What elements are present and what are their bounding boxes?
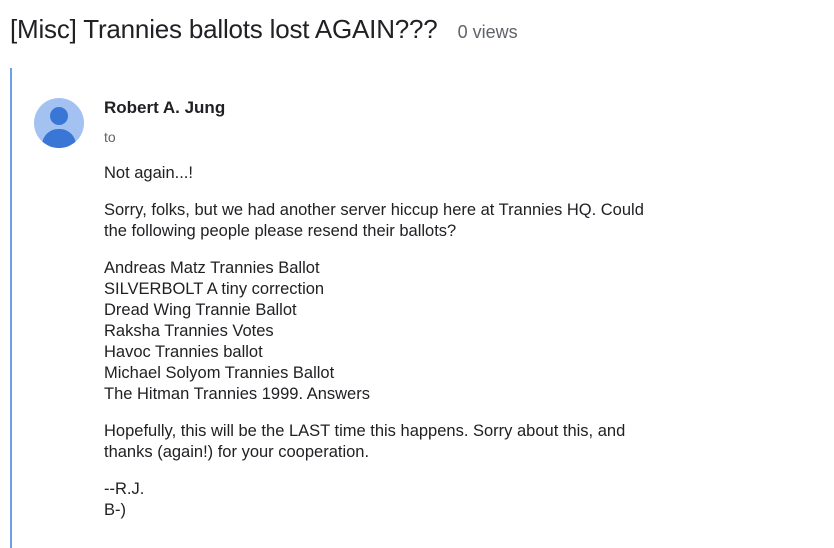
closing-paragraph: Hopefully, this will be the LAST time th… [104,421,704,463]
greeting: Not again...! [104,164,193,182]
ballot-list: Andreas Matz Trannies Ballot SILVERBOLT … [104,258,704,405]
person-icon-body [42,129,76,148]
intro-paragraph: Sorry, folks, but we had another server … [104,200,704,242]
view-count: 0 views [457,22,518,42]
signature-line: --R.J. [104,480,145,498]
intro-line: the following people please resend their… [104,222,457,240]
intro-line: Sorry, folks, but we had another server … [104,201,644,219]
avatar[interactable] [34,98,84,148]
sender-name[interactable]: Robert A. Jung [104,98,225,118]
ballot-list-item: Dread Wing Trannie Ballot [104,301,297,319]
ballot-list-item: Michael Solyom Trannies Ballot [104,364,335,382]
ballot-list-item: The Hitman Trannies 1999. Answers [104,385,370,403]
closing-line: Hopefully, this will be the LAST time th… [104,422,626,440]
person-icon-head [50,107,68,125]
thread-header: [Misc] Trannies ballots lost AGAIN??? 0 … [10,14,518,45]
message-card: Robert A. Jung to Not again...! Sorry, f… [10,68,832,548]
signature: --R.J. B-) [104,479,704,521]
closing-line: thanks (again!) for your cooperation. [104,443,370,461]
message-body: Not again...! Sorry, folks, but we had a… [104,163,704,537]
ballot-list-item: SILVERBOLT A tiny correction [104,280,325,298]
thread-title: [Misc] Trannies ballots lost AGAIN??? [10,14,438,44]
ballot-list-item: Raksha Trannies Votes [104,322,274,340]
ballot-list-item: Andreas Matz Trannies Ballot [104,259,320,277]
recipient-label: to [104,129,116,145]
ballot-list-item: Havoc Trannies ballot [104,343,263,361]
signature-line: B-) [104,501,126,519]
